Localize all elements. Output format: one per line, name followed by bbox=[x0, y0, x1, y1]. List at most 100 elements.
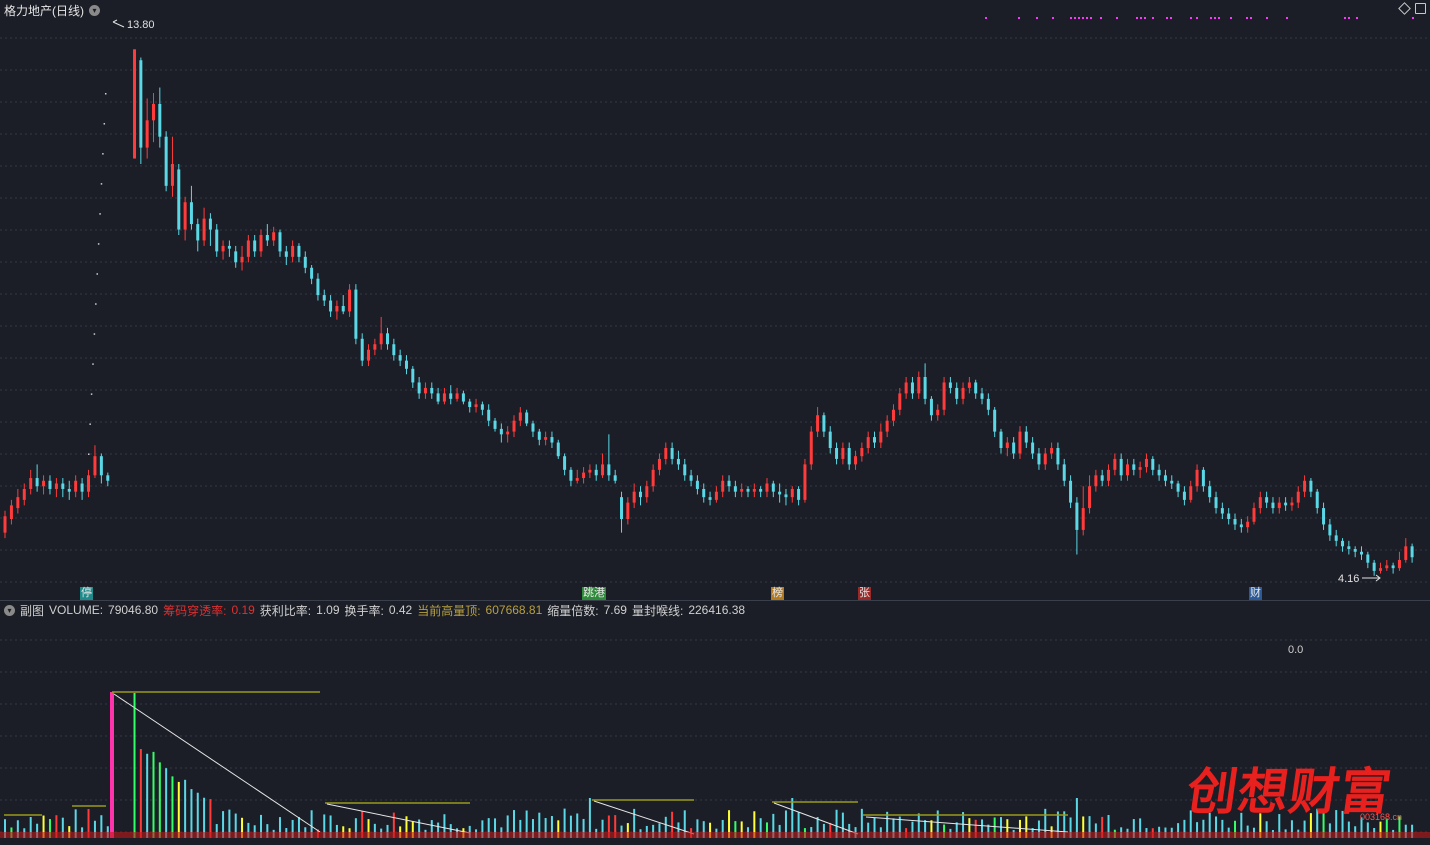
signal-marker bbox=[1214, 17, 1216, 19]
candle-body bbox=[1378, 568, 1382, 571]
candle-body bbox=[392, 344, 396, 356]
candle-body bbox=[999, 431, 1003, 448]
gap-dot bbox=[102, 153, 104, 155]
candle-body bbox=[866, 437, 870, 448]
signal-marker bbox=[1144, 17, 1146, 19]
candle-body bbox=[177, 169, 181, 230]
candle-body bbox=[1265, 497, 1269, 503]
gap-dot bbox=[99, 213, 101, 215]
subchart-menu-icon[interactable]: ▾ bbox=[4, 604, 15, 616]
signal-marker bbox=[1246, 17, 1248, 19]
gap-dot bbox=[89, 423, 91, 425]
gap-dot bbox=[95, 303, 97, 305]
candle-body bbox=[1360, 551, 1364, 555]
event-tag-rank[interactable]: 榜 bbox=[771, 587, 784, 600]
candle-body bbox=[341, 306, 345, 312]
candle-body bbox=[740, 488, 744, 492]
signal-marker bbox=[1036, 17, 1038, 19]
candle-body bbox=[310, 267, 314, 279]
candle-body bbox=[379, 333, 383, 345]
candle-body bbox=[708, 497, 712, 500]
candle-body bbox=[1005, 442, 1009, 448]
profit-ratio-value: 1.09 bbox=[316, 603, 340, 617]
candle-body bbox=[910, 382, 914, 394]
candle-body bbox=[1037, 453, 1041, 465]
candle-body bbox=[1410, 546, 1414, 558]
candle-body bbox=[828, 431, 832, 448]
candle-body bbox=[556, 442, 560, 457]
candle-body bbox=[284, 251, 288, 257]
event-tag-limit-up[interactable]: 张 bbox=[858, 587, 871, 600]
candle-body bbox=[809, 431, 813, 465]
window-controls bbox=[1398, 2, 1426, 15]
candle-body bbox=[196, 224, 200, 241]
volume-decay-line bbox=[326, 803, 471, 834]
grid-lines bbox=[0, 37, 1430, 833]
candle-body bbox=[493, 420, 497, 429]
candlestick-series bbox=[3, 19, 1414, 582]
signal-marker bbox=[1286, 17, 1288, 19]
high-price-label: 13.80 bbox=[127, 19, 155, 31]
signal-marker bbox=[1136, 17, 1138, 19]
event-tag-gap[interactable]: 跳港 bbox=[582, 587, 606, 600]
candle-body bbox=[87, 475, 91, 492]
candle-body bbox=[183, 202, 187, 230]
candle-body bbox=[569, 469, 573, 481]
candle-body bbox=[1391, 565, 1395, 569]
candle-body bbox=[885, 420, 889, 432]
chart-settings-icon[interactable]: ▾ bbox=[89, 4, 100, 16]
candle-body bbox=[303, 256, 307, 268]
candle-body bbox=[316, 278, 320, 296]
candle-body bbox=[980, 393, 984, 399]
diamond-icon[interactable] bbox=[1398, 2, 1411, 15]
candle-body bbox=[721, 480, 725, 492]
candle-body bbox=[1163, 475, 1167, 481]
signal-marker bbox=[1348, 17, 1350, 19]
candle-body bbox=[752, 488, 756, 492]
candle-body bbox=[544, 437, 548, 440]
subchart-menu-label[interactable]: 副图 bbox=[20, 602, 44, 619]
candle-body bbox=[404, 360, 408, 369]
candle-body bbox=[1404, 546, 1408, 560]
candle-body bbox=[278, 232, 282, 252]
candle-body bbox=[297, 245, 301, 257]
candle-body bbox=[22, 488, 26, 500]
event-tag-finance[interactable]: 财 bbox=[1249, 587, 1262, 600]
candle-body bbox=[626, 502, 630, 519]
gap-dot bbox=[100, 183, 103, 185]
candle-body bbox=[202, 218, 206, 241]
candle-body bbox=[506, 431, 510, 435]
candle-body bbox=[784, 494, 788, 498]
event-tag-halt[interactable]: 停 bbox=[80, 587, 93, 600]
signal-marker bbox=[1082, 17, 1084, 19]
signal-marker bbox=[1100, 17, 1102, 19]
volume-label: VOLUME: bbox=[49, 603, 104, 617]
candle-body bbox=[1277, 502, 1281, 509]
candle-body bbox=[1144, 458, 1148, 468]
candle-body bbox=[854, 456, 858, 465]
candle-body bbox=[967, 382, 971, 388]
candle-body bbox=[455, 393, 459, 399]
candle-body bbox=[234, 251, 238, 263]
candle-body bbox=[1220, 508, 1224, 514]
candle-body bbox=[1132, 464, 1136, 470]
candle-body bbox=[822, 415, 826, 432]
candle-body bbox=[246, 240, 250, 257]
candle-body bbox=[354, 289, 358, 339]
candle-body bbox=[1227, 513, 1231, 519]
gap-dot bbox=[97, 243, 100, 245]
candle-body bbox=[1119, 458, 1123, 476]
candle-body bbox=[929, 398, 933, 416]
candle-body bbox=[291, 245, 295, 257]
candle-body bbox=[664, 448, 668, 459]
candle-body bbox=[170, 164, 174, 186]
chart-canvas bbox=[0, 17, 1430, 838]
candle-body bbox=[873, 437, 877, 443]
signal-marker bbox=[1218, 17, 1220, 19]
signal-marker bbox=[1166, 17, 1168, 19]
indicator-zero-label: 0.0 bbox=[1288, 644, 1304, 656]
candle-body bbox=[961, 387, 965, 399]
maximize-icon[interactable] bbox=[1415, 3, 1426, 14]
candle-body bbox=[1075, 502, 1079, 530]
gap-dot bbox=[104, 93, 107, 95]
